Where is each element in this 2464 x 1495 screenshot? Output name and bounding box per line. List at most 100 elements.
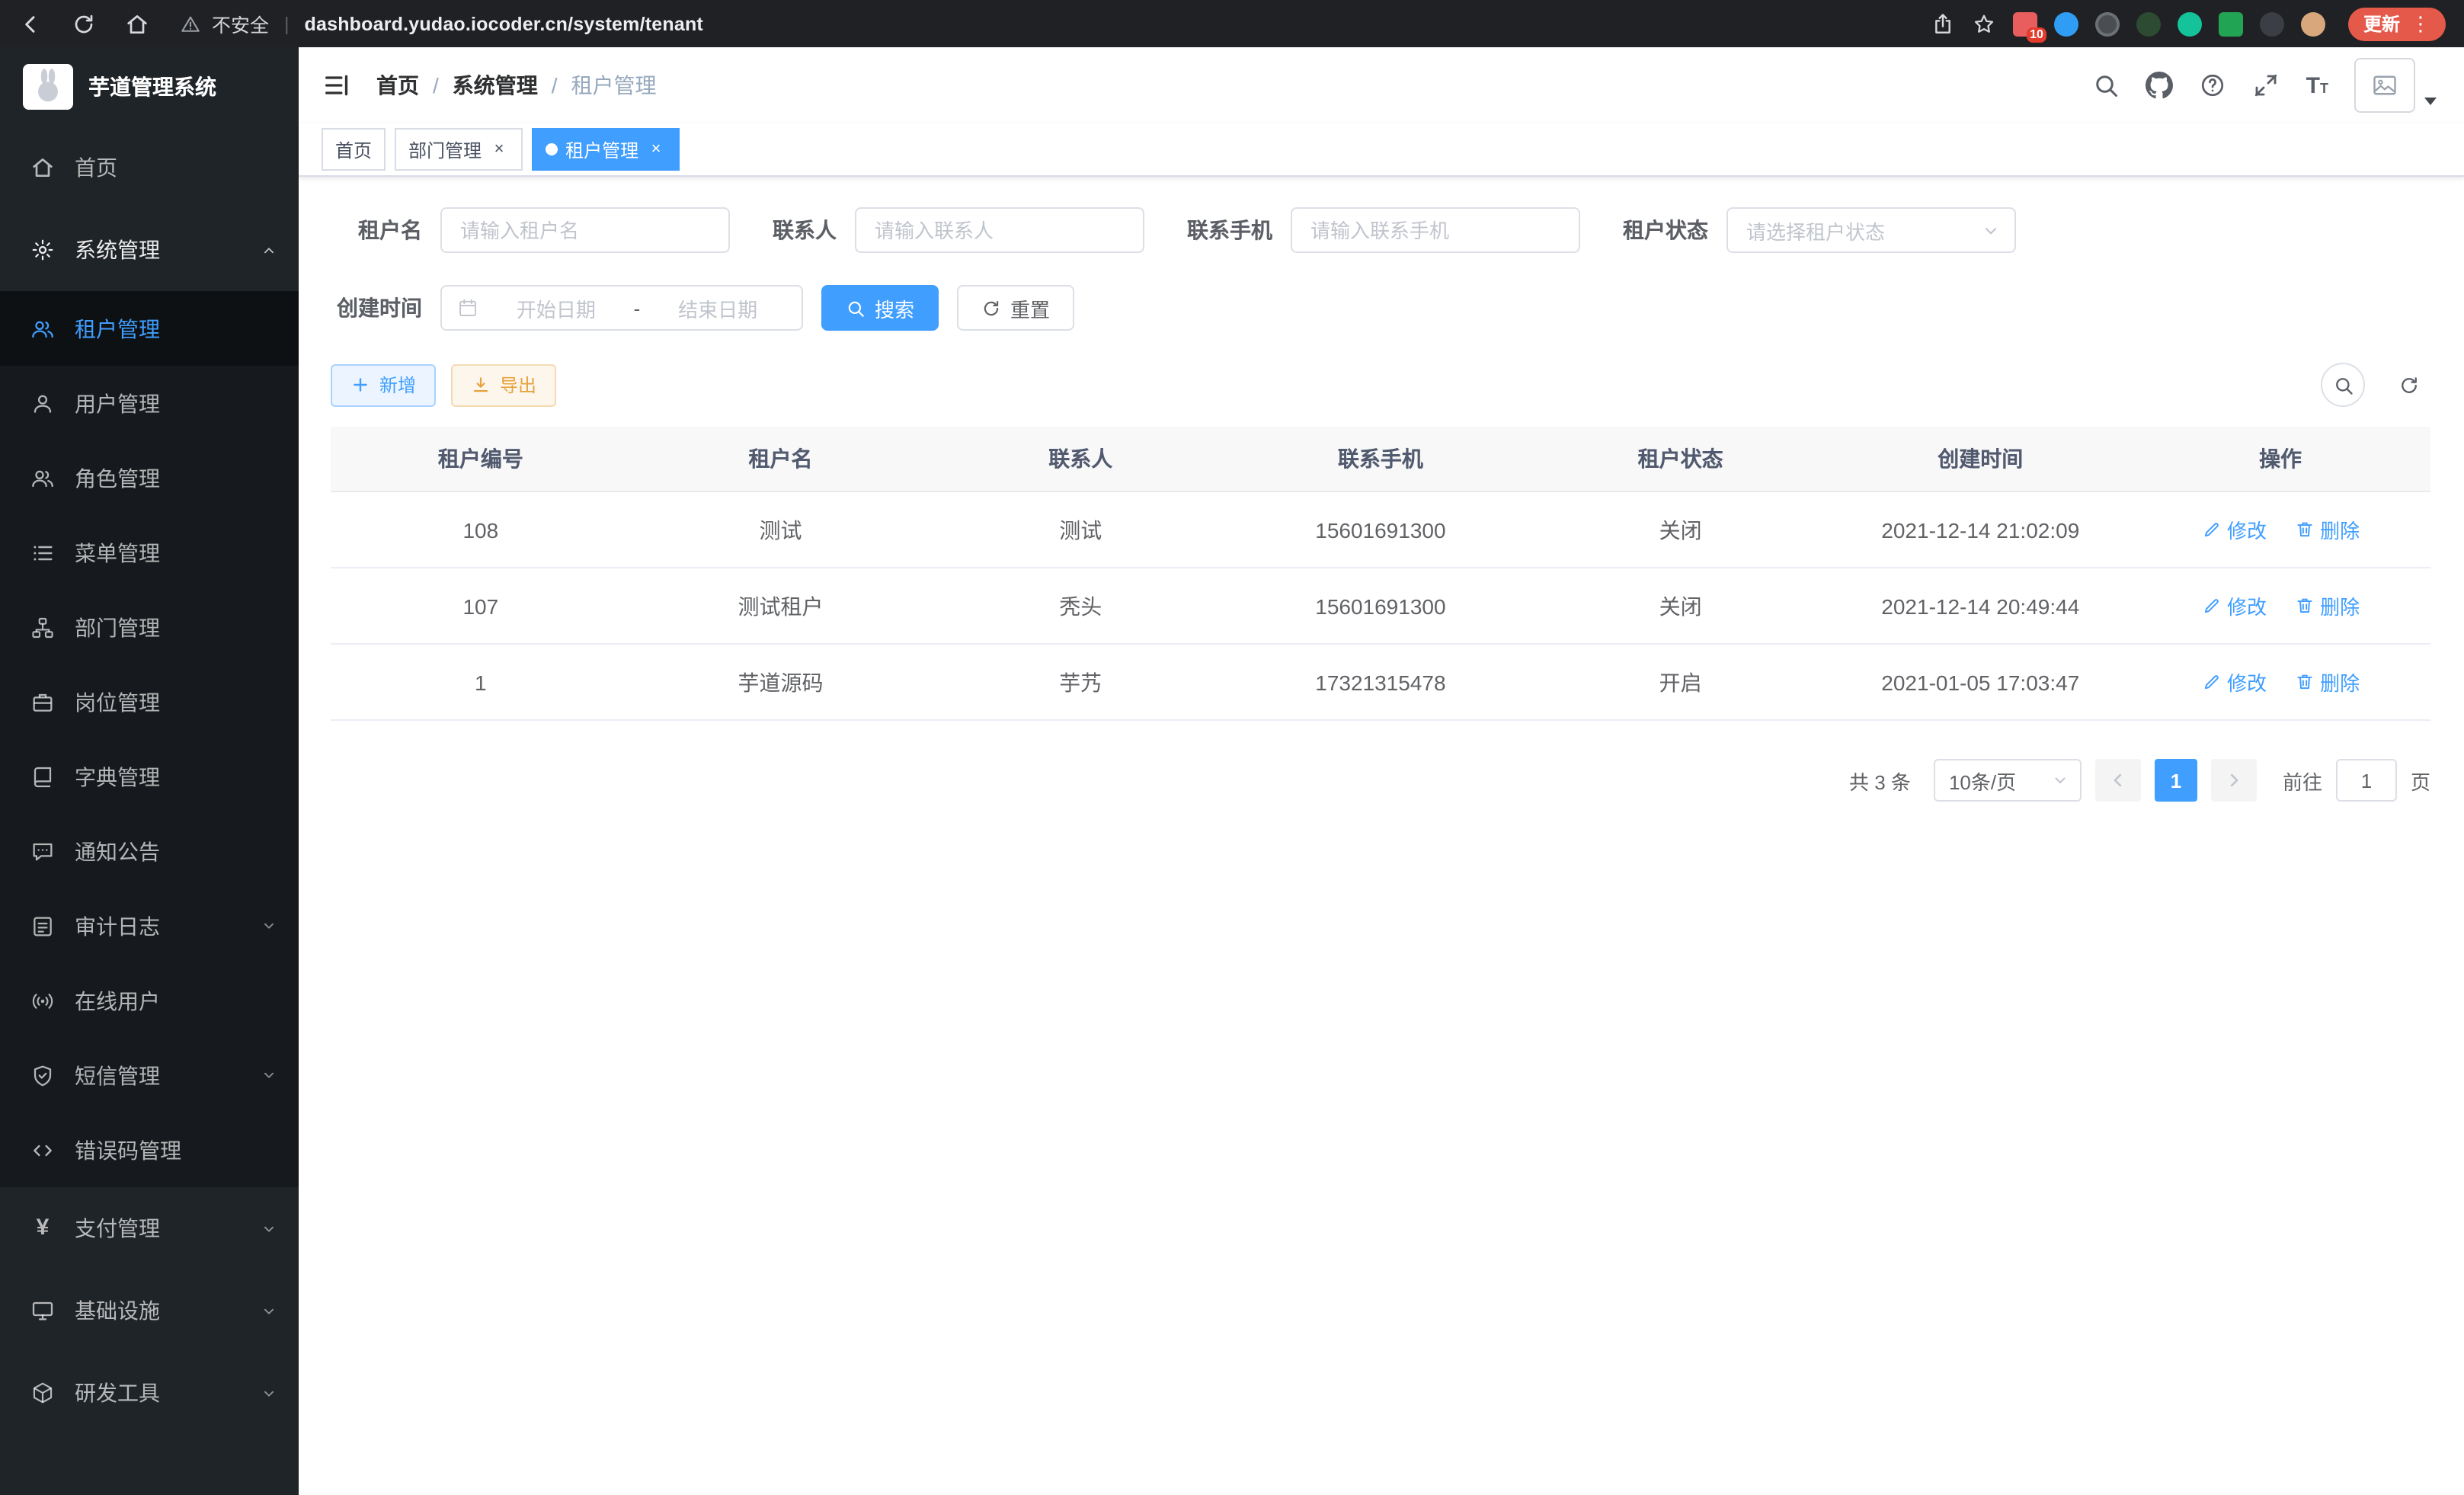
tab-home[interactable]: 首页 (322, 128, 386, 171)
table-toolbar: 新增 导出 (331, 363, 2430, 407)
sidebar-item-tenant-management[interactable]: 租户管理 (0, 291, 299, 366)
address-bar[interactable]: 不安全 | dashboard.yudao.iocoder.cn/system/… (180, 9, 1931, 38)
sidebar-item-home[interactable]: 首页 (0, 126, 299, 209)
breadcrumb-separator: / (433, 73, 439, 98)
sidebar-item-notice[interactable]: 通知公告 (0, 814, 299, 888)
trash-icon (2294, 672, 2314, 692)
sidebar-item-dict-management[interactable]: 字典管理 (0, 739, 299, 814)
browser-reload-icon[interactable] (72, 11, 96, 36)
tab-tenant-management[interactable]: 租户管理 × (532, 128, 680, 171)
table-row: 107 测试租户 秃头 15601691300 关闭 2021-12-14 20… (331, 568, 2430, 644)
tab-label: 部门管理 (408, 136, 482, 162)
browser-profile-avatar[interactable] (2301, 11, 2325, 36)
fullscreen-icon[interactable] (2253, 72, 2280, 99)
help-icon[interactable] (2200, 72, 2227, 99)
delete-link[interactable]: 删除 (2294, 667, 2360, 696)
github-icon[interactable] (2146, 72, 2174, 99)
extension-icon-5[interactable] (2178, 11, 2202, 36)
security-label[interactable]: 不安全 (212, 9, 269, 38)
list-icon (30, 540, 55, 565)
app-logo[interactable]: 芋道管理系统 (0, 47, 299, 126)
user-avatar[interactable] (2354, 58, 2415, 113)
extension-icon-4[interactable] (2136, 11, 2161, 36)
tenant-table: 租户编号 租户名 联系人 联系手机 租户状态 创建时间 操作 108 测试 (331, 427, 2430, 721)
status-label: 租户状态 (1623, 215, 1708, 245)
chevron-left-icon (2107, 770, 2129, 791)
url-text[interactable]: dashboard.yudao.iocoder.cn/system/tenant (305, 13, 703, 34)
extension-icon-1[interactable]: 10 (2013, 11, 2037, 36)
edit-link[interactable]: 修改 (2201, 591, 2267, 620)
edit-link[interactable]: 修改 (2201, 667, 2267, 696)
sidebar-item-dev-tools[interactable]: 研发工具 (0, 1352, 299, 1434)
sidebar-item-role-management[interactable]: 角色管理 (0, 440, 299, 515)
sidebar-item-department-management[interactable]: 部门管理 (0, 590, 299, 664)
search-icon (2332, 374, 2354, 395)
user-menu[interactable] (2354, 58, 2437, 113)
share-icon[interactable] (1931, 11, 1955, 36)
caret-down-icon (2424, 98, 2437, 105)
sidebar-item-infrastructure[interactable]: 基础设施 (0, 1269, 299, 1352)
broken-image-icon (2371, 72, 2398, 99)
delete-link[interactable]: 删除 (2294, 515, 2360, 544)
status-select[interactable]: 请选择租户状态 (1726, 207, 2016, 253)
create-time-range-picker[interactable]: 开始日期 - 结束日期 (440, 285, 803, 331)
contact-input[interactable] (855, 207, 1144, 253)
search-button[interactable]: 搜索 (821, 285, 939, 331)
browser-menu-icon[interactable]: ⋮ (2411, 11, 2430, 36)
tenant-name-input[interactable] (440, 207, 730, 253)
font-size-icon[interactable]: TT (2306, 72, 2328, 98)
sidebar-item-user-management[interactable]: 用户管理 (0, 366, 299, 440)
toggle-search-button[interactable] (2321, 363, 2365, 407)
sidebar-item-payment-management[interactable]: ¥ 支付管理 (0, 1187, 299, 1269)
sidebar-item-label: 租户管理 (75, 313, 160, 344)
sidebar: 芋道管理系统 首页 系统管理 租户管理 用户管理 (0, 47, 299, 1495)
goto-page-input[interactable] (2336, 759, 2397, 802)
current-page-button[interactable]: 1 (2155, 759, 2197, 802)
browser-home-icon[interactable] (125, 11, 149, 36)
extensions-puzzle-icon[interactable] (2260, 11, 2284, 36)
box-icon (30, 1381, 55, 1405)
extension-icon-3[interactable] (2095, 11, 2120, 36)
column-header-created: 创建时间 (1830, 427, 2130, 491)
edit-link[interactable]: 修改 (2201, 515, 2267, 544)
add-button[interactable]: 新增 (331, 363, 436, 406)
sidebar-item-audit-log[interactable]: 审计日志 (0, 888, 299, 963)
sidebar-item-errorcode-management[interactable]: 错误码管理 (0, 1112, 299, 1187)
sidebar-item-system-management[interactable]: 系统管理 (0, 209, 299, 291)
monitor-icon (30, 1298, 55, 1323)
close-icon[interactable]: × (646, 139, 666, 159)
app-title: 芋道管理系统 (88, 72, 216, 102)
tab-department-management[interactable]: 部门管理 × (395, 128, 523, 171)
extension-icon-2[interactable] (2054, 11, 2078, 36)
breadcrumb-current: 租户管理 (571, 70, 657, 101)
cell-tenant-name: 芋道源码 (631, 644, 931, 720)
extension-icon-6[interactable] (2219, 11, 2243, 36)
breadcrumb-home[interactable]: 首页 (376, 70, 419, 101)
export-button[interactable]: 导出 (451, 363, 556, 406)
header-search-icon[interactable] (2093, 72, 2120, 99)
sidebar-item-label: 通知公告 (75, 836, 160, 866)
browser-update-button[interactable]: 更新 ⋮ (2348, 7, 2446, 40)
delete-link[interactable]: 删除 (2294, 591, 2360, 620)
chevron-down-icon (261, 1385, 277, 1401)
sidebar-item-sms-management[interactable]: 短信管理 (0, 1038, 299, 1112)
breadcrumb-system[interactable]: 系统管理 (453, 70, 538, 101)
cell-contact: 测试 (930, 491, 1230, 568)
column-header-actions: 操作 (2130, 427, 2430, 491)
page-size-select[interactable]: 10条/页 (1934, 759, 2082, 802)
sidebar-collapse-icon[interactable] (322, 70, 352, 101)
reset-button[interactable]: 重置 (957, 285, 1074, 331)
prev-page-button[interactable] (2095, 759, 2141, 802)
bookmark-star-icon[interactable] (1972, 11, 1996, 36)
phone-input[interactable] (1291, 207, 1580, 253)
sidebar-item-menu-management[interactable]: 菜单管理 (0, 515, 299, 590)
search-icon (846, 298, 866, 318)
cell-tenant-name: 测试租户 (631, 568, 931, 644)
sidebar-item-online-users[interactable]: 在线用户 (0, 963, 299, 1038)
column-header-phone: 联系手机 (1230, 427, 1531, 491)
next-page-button[interactable] (2211, 759, 2257, 802)
close-icon[interactable]: × (489, 139, 509, 159)
sidebar-item-position-management[interactable]: 岗位管理 (0, 664, 299, 739)
refresh-table-button[interactable] (2386, 363, 2430, 407)
browser-back-icon[interactable] (18, 11, 43, 36)
